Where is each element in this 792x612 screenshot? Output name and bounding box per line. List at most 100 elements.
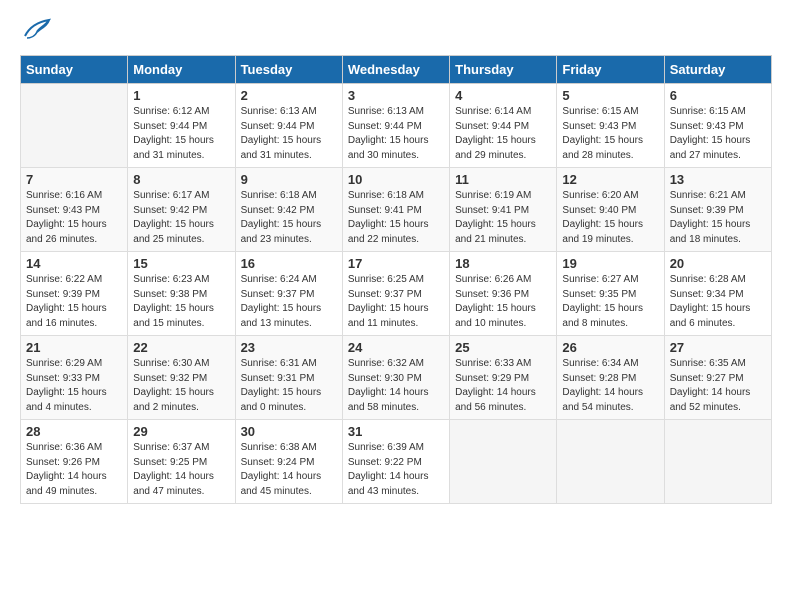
cell-info: Sunrise: 6:27 AM Sunset: 9:35 PM Dayligh… (562, 273, 658, 331)
calendar-cell: 3Sunrise: 6:13 AM Sunset: 9:44 PM Daylig… (342, 84, 449, 168)
header (20, 18, 772, 45)
cell-info: Sunrise: 6:28 AM Sunset: 9:34 PM Dayligh… (670, 273, 766, 331)
cell-info: Sunrise: 6:18 AM Sunset: 9:42 PM Dayligh… (241, 189, 337, 247)
weekday-header-tuesday: Tuesday (235, 56, 342, 84)
cell-info: Sunrise: 6:23 AM Sunset: 9:38 PM Dayligh… (133, 273, 229, 331)
cell-info: Sunrise: 6:13 AM Sunset: 9:44 PM Dayligh… (241, 105, 337, 163)
cell-info: Sunrise: 6:17 AM Sunset: 9:42 PM Dayligh… (133, 189, 229, 247)
calendar-cell: 4 Sunrise: 6:14 AM Sunset: 9:44 PM Daylig… (450, 84, 557, 168)
day-number: 13 (670, 172, 766, 187)
week-row-3: 14 Sunrise: 6:22 AM Sunset: 9:39 PM Dayli… (21, 252, 772, 336)
weekday-header-saturday: Saturday (664, 56, 771, 84)
cell-info: Sunrise: 6:29 AM Sunset: 9:33 PM Dayligh… (26, 357, 122, 415)
calendar-cell (450, 420, 557, 504)
week-row-2: 7 Sunrise: 6:16 AM Sunset: 9:43 PM Daylig… (21, 168, 772, 252)
cell-info: Sunrise: 6:15 AM Sunset: 9:43 PM Dayligh… (562, 105, 658, 163)
weekday-header-thursday: Thursday (450, 56, 557, 84)
cell-info: Sunrise: 6:38 AM Sunset: 9:24 PM Dayligh… (241, 441, 337, 499)
day-number: 5 (562, 88, 658, 103)
day-number: 23 (241, 340, 337, 355)
week-row-4: 21Sunrise: 6:29 AM Sunset: 9:33 PM Dayli… (21, 336, 772, 420)
day-number: 19 (562, 256, 658, 271)
day-number: 25 (455, 340, 551, 355)
day-number: 9 (241, 172, 337, 187)
cell-info: Sunrise: 6:22 AM Sunset: 9:39 PM Dayligh… (26, 273, 122, 331)
calendar-cell: 28Sunrise: 6:36 AM Sunset: 9:26 PM Dayli… (21, 420, 128, 504)
day-number: 7 (26, 172, 122, 187)
day-number: 14 (26, 256, 122, 271)
day-number: 10 (348, 172, 444, 187)
day-number: 8 (133, 172, 229, 187)
cell-info: Sunrise: 6:31 AM Sunset: 9:31 PM Dayligh… (241, 357, 337, 415)
day-number: 22 (133, 340, 229, 355)
calendar-cell: 21Sunrise: 6:29 AM Sunset: 9:33 PM Dayli… (21, 336, 128, 420)
calendar-cell (557, 420, 664, 504)
calendar-cell (21, 84, 128, 168)
cell-info: Sunrise: 6:18 AM Sunset: 9:41 PM Dayligh… (348, 189, 444, 247)
week-row-5: 28Sunrise: 6:36 AM Sunset: 9:26 PM Dayli… (21, 420, 772, 504)
weekday-header-wednesday: Wednesday (342, 56, 449, 84)
day-number: 12 (562, 172, 658, 187)
calendar-cell: 31 Sunrise: 6:39 AM Sunset: 9:22 PM Dayli… (342, 420, 449, 504)
cell-info: Sunrise: 6:26 AM Sunset: 9:36 PM Dayligh… (455, 273, 551, 331)
day-number: 29 (133, 424, 229, 439)
cell-info: Sunrise: 6:12 AM Sunset: 9:44 PM Dayligh… (133, 105, 229, 163)
calendar-cell: 27Sunrise: 6:35 AM Sunset: 9:27 PM Dayli… (664, 336, 771, 420)
day-number: 27 (670, 340, 766, 355)
day-number: 16 (241, 256, 337, 271)
calendar-cell: 10 Sunrise: 6:18 AM Sunset: 9:41 PM Dayli… (342, 168, 449, 252)
day-number: 2 (241, 88, 337, 103)
calendar-cell: 26 Sunrise: 6:34 AM Sunset: 9:28 PM Dayli… (557, 336, 664, 420)
day-number: 4 (455, 88, 551, 103)
day-number: 15 (133, 256, 229, 271)
calendar-cell: 29Sunrise: 6:37 AM Sunset: 9:25 PM Dayli… (128, 420, 235, 504)
day-number: 31 (348, 424, 444, 439)
logo (20, 18, 51, 45)
calendar-cell: 9 Sunrise: 6:18 AM Sunset: 9:42 PM Daylig… (235, 168, 342, 252)
cell-info: Sunrise: 6:39 AM Sunset: 9:22 PM Dayligh… (348, 441, 444, 499)
cell-info: Sunrise: 6:32 AM Sunset: 9:30 PM Dayligh… (348, 357, 444, 415)
cell-info: Sunrise: 6:21 AM Sunset: 9:39 PM Dayligh… (670, 189, 766, 247)
calendar-cell: 6 Sunrise: 6:15 AM Sunset: 9:43 PM Daylig… (664, 84, 771, 168)
calendar-cell: 15 Sunrise: 6:23 AM Sunset: 9:38 PM Dayli… (128, 252, 235, 336)
day-number: 26 (562, 340, 658, 355)
day-number: 18 (455, 256, 551, 271)
cell-info: Sunrise: 6:34 AM Sunset: 9:28 PM Dayligh… (562, 357, 658, 415)
cell-info: Sunrise: 6:19 AM Sunset: 9:41 PM Dayligh… (455, 189, 551, 247)
cell-info: Sunrise: 6:16 AM Sunset: 9:43 PM Dayligh… (26, 189, 122, 247)
calendar-cell: 16Sunrise: 6:24 AM Sunset: 9:37 PM Dayli… (235, 252, 342, 336)
cell-info: Sunrise: 6:25 AM Sunset: 9:37 PM Dayligh… (348, 273, 444, 331)
weekday-header-monday: Monday (128, 56, 235, 84)
calendar-cell: 24 Sunrise: 6:32 AM Sunset: 9:30 PM Dayli… (342, 336, 449, 420)
calendar-cell: 5 Sunrise: 6:15 AM Sunset: 9:43 PM Daylig… (557, 84, 664, 168)
calendar-cell: 12 Sunrise: 6:20 AM Sunset: 9:40 PM Dayli… (557, 168, 664, 252)
day-number: 6 (670, 88, 766, 103)
day-number: 11 (455, 172, 551, 187)
cell-info: Sunrise: 6:15 AM Sunset: 9:43 PM Dayligh… (670, 105, 766, 163)
calendar-table: SundayMondayTuesdayWednesdayThursdayFrid… (20, 55, 772, 504)
day-number: 17 (348, 256, 444, 271)
cell-info: Sunrise: 6:14 AM Sunset: 9:44 PM Dayligh… (455, 105, 551, 163)
day-number: 28 (26, 424, 122, 439)
day-number: 30 (241, 424, 337, 439)
cell-info: Sunrise: 6:30 AM Sunset: 9:32 PM Dayligh… (133, 357, 229, 415)
calendar-cell: 25 Sunrise: 6:33 AM Sunset: 9:29 PM Dayli… (450, 336, 557, 420)
page: SundayMondayTuesdayWednesdayThursdayFrid… (0, 0, 792, 514)
calendar-cell: 11 Sunrise: 6:19 AM Sunset: 9:41 PM Dayli… (450, 168, 557, 252)
cell-info: Sunrise: 6:33 AM Sunset: 9:29 PM Dayligh… (455, 357, 551, 415)
calendar-cell: 1 Sunrise: 6:12 AM Sunset: 9:44 PM Daylig… (128, 84, 235, 168)
day-number: 24 (348, 340, 444, 355)
calendar-cell: 8 Sunrise: 6:17 AM Sunset: 9:42 PM Daylig… (128, 168, 235, 252)
day-number: 1 (133, 88, 229, 103)
calendar-cell: 17 Sunrise: 6:25 AM Sunset: 9:37 PM Dayli… (342, 252, 449, 336)
calendar-cell: 23 Sunrise: 6:31 AM Sunset: 9:31 PM Dayli… (235, 336, 342, 420)
week-row-1: 1 Sunrise: 6:12 AM Sunset: 9:44 PM Daylig… (21, 84, 772, 168)
calendar-cell: 7 Sunrise: 6:16 AM Sunset: 9:43 PM Daylig… (21, 168, 128, 252)
calendar-cell: 30 Sunrise: 6:38 AM Sunset: 9:24 PM Dayli… (235, 420, 342, 504)
calendar-cell: 20Sunrise: 6:28 AM Sunset: 9:34 PM Dayli… (664, 252, 771, 336)
calendar-cell: 2 Sunrise: 6:13 AM Sunset: 9:44 PM Daylig… (235, 84, 342, 168)
logo-bird-icon (23, 18, 51, 45)
day-number: 3 (348, 88, 444, 103)
cell-info: Sunrise: 6:20 AM Sunset: 9:40 PM Dayligh… (562, 189, 658, 247)
calendar-cell: 19 Sunrise: 6:27 AM Sunset: 9:35 PM Dayli… (557, 252, 664, 336)
